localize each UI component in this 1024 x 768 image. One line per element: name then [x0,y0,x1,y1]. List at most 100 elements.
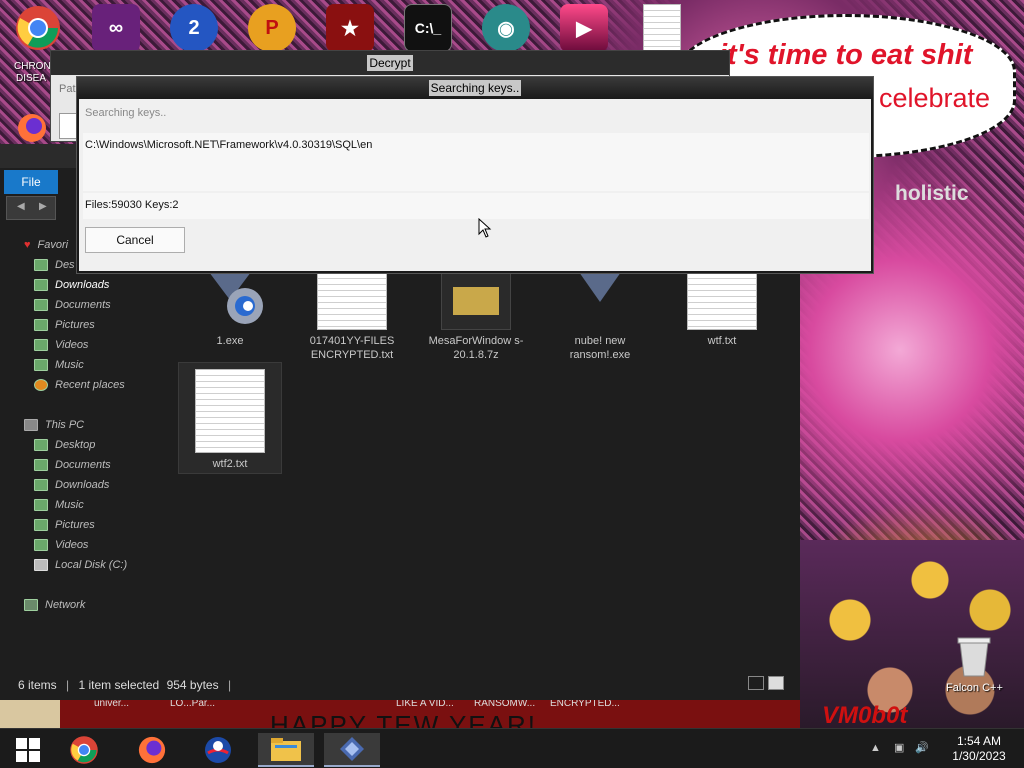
folder-icon [34,479,48,491]
nav-favorites[interactable]: ♥ Favori [24,236,68,254]
nav-pc-desktop[interactable]: Desktop [34,436,95,454]
windows-logo-icon [16,738,40,762]
nav-pc-pictures[interactable]: Pictures [34,516,95,534]
video-icon: ▶ [560,4,608,52]
nav-desktop[interactable]: Des [34,256,75,274]
taskbar-ransomware-app[interactable] [324,733,380,767]
volume-icon[interactable]: 🔊 [915,742,929,754]
executable-gear-icon [209,272,263,324]
nav-pictures[interactable]: Pictures [34,316,95,334]
nav-recent-places[interactable]: Recent places [34,376,125,394]
text-file-desktop-icon[interactable] [630,4,694,56]
selection-count: 1 item selected [78,678,160,692]
clock-time: 1:54 AM [956,734,1002,748]
file-name: 1.exe [216,335,244,347]
app-p-desktop-icon[interactable]: P [240,4,304,56]
speech-line-1: it's time to eat shit [719,39,973,71]
file-item[interactable]: MesaForWindow s-20.1.8.7z [424,272,528,384]
start-button[interactable] [0,733,56,767]
video-desktop-icon[interactable]: ▶ [552,4,616,56]
visual-studio-icon: ∞ [92,4,140,52]
folder-icon [34,499,48,511]
taskbar-app-circle[interactable] [190,733,246,767]
chrome-icon [70,736,98,764]
cancel-button[interactable]: Cancel [85,227,185,253]
file-name: nube! new ransom!.exe [569,335,631,361]
nav-label: Network [45,599,86,611]
recycle-bin-icon[interactable] [952,634,996,678]
nav-downloads[interactable]: Downloads [34,276,109,294]
nav-label: Documents [55,459,111,471]
command-prompt-icon: C:\_ [404,4,452,52]
app-globe-desktop-icon[interactable]: ◉ [474,4,538,56]
text-document-icon [195,369,265,453]
details-view-icon[interactable] [748,676,764,690]
nav-label: This PC [45,419,85,431]
app-red-desktop-icon[interactable]: ★ [318,4,382,56]
red-emblem-icon: ★ [326,4,374,52]
wallpaper-holistic-text: holistic [895,182,969,205]
drive-icon [34,559,48,571]
firefox-desktop-icon[interactable] [8,112,56,144]
nav-label: Pictures [55,319,95,331]
number-2-icon: 2 [170,4,218,52]
decrypt-title-bar[interactable]: Decrypt [51,51,729,75]
nav-pc-videos[interactable]: Videos [34,536,88,554]
nav-pc-documents[interactable]: Documents [34,456,111,474]
navigation-buttons: ◀ ▶ [6,196,56,220]
firefox-icon [18,114,46,142]
files-keys-count: Files:59030 Keys:2 [85,199,179,211]
chevron-up-icon[interactable]: ▲ [870,742,881,754]
dialog-title-bar[interactable]: Searching keys.. [77,77,873,99]
folder-icon [34,319,48,331]
clock[interactable]: 1:54 AM 1/30/2023 [944,734,1014,764]
file-item[interactable]: nube! new ransom!.exe [548,272,652,384]
file-name: 017401YY-FILES ENCRYPTED.txt [309,335,395,361]
nav-label: Local Disk (C:) [55,559,128,571]
file-name: wtf2.txt [212,458,248,470]
forward-arrow-icon[interactable]: ▶ [39,201,47,212]
large-icons-view-icon[interactable] [768,676,784,690]
visual-studio-desktop-icon[interactable]: ∞ [84,4,148,56]
heart-icon: ♥ [24,239,31,251]
diamond-app-icon [340,737,364,761]
nav-pc-music[interactable]: Music [34,496,84,514]
nav-pc-downloads[interactable]: Downloads [34,476,109,494]
wallpaper-banner: univer... LO...Par... LIKE A VID... RANS… [60,698,800,740]
nav-music[interactable]: Music [34,356,84,374]
network-icon[interactable]: ▣ [894,742,904,754]
nav-videos[interactable]: Videos [34,336,88,354]
system-tray: ▲ ▣ 🔊 [870,741,929,754]
back-arrow-icon[interactable]: ◀ [17,201,25,212]
taskbar-firefox[interactable] [124,733,180,767]
nav-label: Desktop [55,439,96,451]
mouse-cursor-icon [478,218,492,238]
dialog-title: Searching keys.. [428,80,522,96]
file-item-selected[interactable]: wtf2.txt [178,362,282,474]
executable-icon [579,272,621,302]
path-label: Pat [59,83,76,95]
nav-label: Pictures [55,519,95,531]
taskbar-file-explorer[interactable] [258,733,314,767]
folder-icon [271,738,301,761]
search-status-text: Searching keys.. [85,107,167,119]
nav-this-pc[interactable]: This PC [24,416,84,434]
taskbar-chrome[interactable] [56,733,112,767]
nav-label: Downloads [55,479,110,491]
file-name: wtf.txt [707,335,737,347]
folder-icon [34,359,48,371]
status-bar: 6 items | 1 item selected 954 bytes | [18,678,232,692]
cmd-desktop-icon[interactable]: C:\_ [396,4,460,56]
app-2-desktop-icon[interactable]: 2 [162,4,226,56]
file-name: MesaForWindow s-20.1.8.7z [428,335,524,361]
file-item[interactable]: 017401YY-FILES ENCRYPTED.txt [300,272,404,384]
file-menu-tab[interactable]: File [4,170,58,194]
nav-local-disk[interactable]: Local Disk (C:) [34,556,127,574]
nav-label: Music [55,359,84,371]
nav-network[interactable]: Network [24,596,85,614]
file-item[interactable]: wtf.txt [670,272,774,384]
network-icon [24,599,38,611]
chrome-desktop-icon[interactable] [6,4,70,56]
nav-documents[interactable]: Documents [34,296,111,314]
selection-size: 954 bytes [166,678,219,692]
